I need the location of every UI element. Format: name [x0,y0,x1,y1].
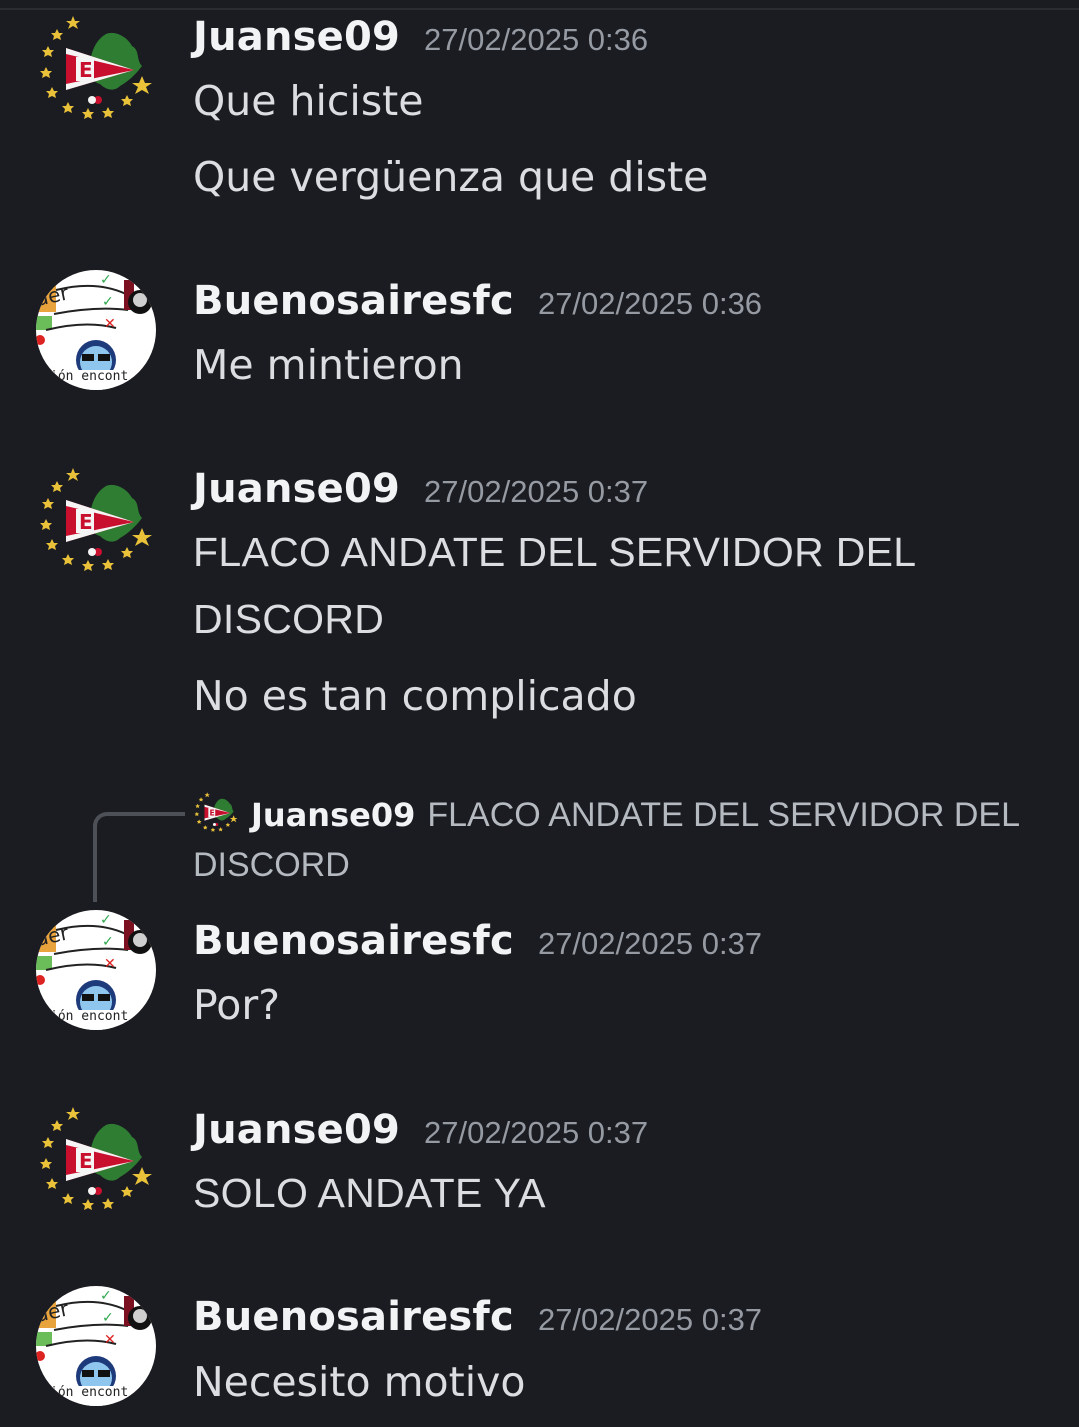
timestamp: 27/02/2025 0:37 [424,1115,649,1150]
message-text: Que hiciste [193,77,424,125]
reply-preview[interactable]: Juanse09 FLACO ANDATE DEL SERVIDOR DEL DI… [193,790,1053,890]
user-avatar[interactable] [36,1101,156,1221]
timestamp: 27/02/2025 0:36 [537,286,763,321]
message-text: No es tan complicado [193,672,637,720]
top-divider [0,8,1079,10]
message-text: Por? [193,981,280,1029]
meme-collage-icon [36,270,156,390]
reply-avatar [193,790,239,836]
message-header: Juanse09 27/02/2025 0:36 [193,14,648,60]
message-header: Buenosairesfc 27/02/2025 0:37 [193,1294,762,1340]
timestamp: 27/02/2025 0:37 [537,926,763,961]
user-avatar[interactable] [36,910,156,1030]
message-text: Me mintieron [193,341,464,389]
message-text: SOLO ANDATE YA [193,1170,546,1216]
username[interactable]: Buenosairesfc [193,278,514,324]
username[interactable]: Buenosairesfc [193,918,514,964]
timestamp: 27/02/2025 0:37 [424,474,649,509]
message-text: Que vergüenza que diste [193,153,709,201]
username[interactable]: Buenosairesfc [193,1294,514,1340]
username[interactable]: Juanse09 [193,1107,400,1153]
message-text: Necesito motivo [193,1358,526,1406]
reply-connector [93,812,185,902]
username[interactable]: Juanse09 [193,14,400,60]
timestamp: 27/02/2025 0:36 [424,22,649,57]
estudiantes-crest-icon [36,10,156,130]
estudiantes-crest-icon [193,790,239,836]
username[interactable]: Juanse09 [193,466,400,512]
message-header: Juanse09 27/02/2025 0:37 [193,1107,648,1153]
user-avatar[interactable] [36,10,156,130]
estudiantes-crest-icon [36,1101,156,1221]
user-avatar[interactable] [36,270,156,390]
user-avatar[interactable] [36,1286,156,1406]
message-text: DISCORD [193,596,385,642]
meme-collage-icon [36,1286,156,1406]
message-text: FLACO ANDATE DEL SERVIDOR DEL [193,529,917,575]
timestamp: 27/02/2025 0:37 [537,1302,763,1337]
message-header: Buenosairesfc 27/02/2025 0:37 [193,918,762,964]
meme-collage-icon [36,910,156,1030]
message-header: Buenosairesfc 27/02/2025 0:36 [193,278,762,324]
reply-username[interactable]: Juanse09 [251,796,415,834]
user-avatar[interactable] [36,462,156,582]
message-header: Juanse09 27/02/2025 0:37 [193,466,648,512]
estudiantes-crest-icon [36,462,156,582]
